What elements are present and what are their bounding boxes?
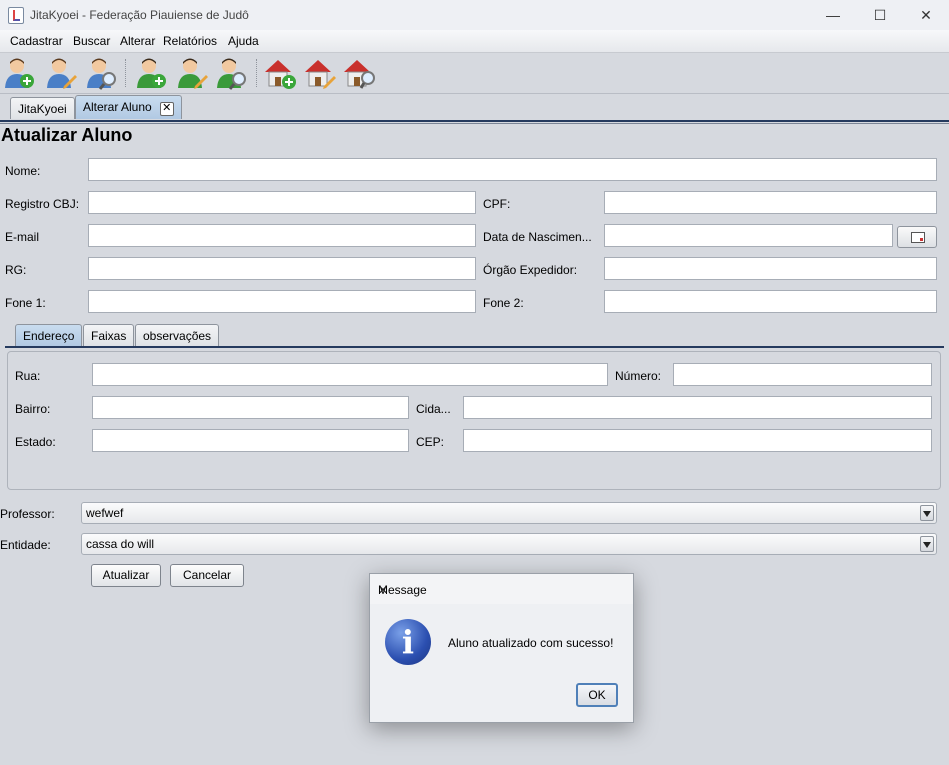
dialog-close-button[interactable]: ✕ — [378, 583, 625, 597]
info-icon: i — [385, 619, 431, 665]
data-nascimento-label: Data de Nascimen... — [483, 230, 592, 244]
professor-select[interactable]: wefwef — [81, 502, 937, 524]
registro-cbj-label: Registro CBJ: — [5, 197, 80, 211]
toolbar-separator — [125, 59, 126, 87]
menu-ajuda[interactable]: Ajuda — [228, 34, 259, 48]
cancelar-button[interactable]: Cancelar — [170, 564, 244, 587]
cidade-field[interactable] — [463, 396, 932, 419]
search-teacher-icon[interactable] — [214, 56, 248, 90]
entidade-value: cassa do will — [86, 537, 155, 551]
window-title: JitaKyoei - Federação Piauiense de Judô — [30, 8, 249, 22]
chevron-down-icon — [920, 536, 934, 552]
calendar-icon — [911, 232, 925, 243]
email-field[interactable] — [88, 224, 476, 247]
menu-bar: Cadastrar Buscar Alterar Relatórios Ajud… — [0, 30, 949, 53]
menu-buscar[interactable]: Buscar — [73, 34, 110, 48]
tab-underline-shadow — [0, 123, 949, 124]
add-student-icon[interactable] — [2, 56, 36, 90]
menu-alterar[interactable]: Alterar — [120, 34, 155, 48]
fone2-label: Fone 2: — [483, 296, 524, 310]
atualizar-button[interactable]: Atualizar — [91, 564, 161, 587]
tab-label: Alterar Aluno — [83, 100, 152, 114]
toolbar-separator — [256, 59, 257, 87]
maximize-button[interactable]: ☐ — [857, 0, 903, 30]
address-tab-underline — [5, 346, 944, 348]
fone1-label: Fone 1: — [5, 296, 46, 310]
edit-teacher-icon[interactable] — [175, 56, 209, 90]
rua-label: Rua: — [15, 369, 41, 383]
search-student-icon[interactable] — [84, 56, 118, 90]
bairro-label: Bairro: — [15, 402, 51, 416]
professor-label: Professor: — [0, 507, 55, 521]
title-bar: JitaKyoei - Federação Piauiense de Judô … — [0, 0, 949, 30]
chevron-down-icon — [920, 505, 934, 521]
ok-button[interactable]: OK — [576, 683, 618, 707]
fone2-field[interactable] — [604, 290, 937, 313]
document-tabs: JitaKyoei Alterar Aluno ✕ — [0, 95, 949, 121]
data-nascimento-field[interactable] — [604, 224, 893, 247]
page-title: Atualizar Aluno — [1, 125, 133, 145]
rg-field[interactable] — [88, 257, 476, 280]
tab-observacoes[interactable]: observações — [135, 324, 220, 346]
cpf-label: CPF: — [483, 197, 511, 211]
calendar-button[interactable] — [897, 226, 937, 248]
email-label: E-mail — [5, 230, 40, 244]
numero-field[interactable] — [673, 363, 932, 386]
search-entity-icon[interactable] — [342, 56, 376, 90]
orgao-expedidor-label: Órgão Expedidor: — [483, 263, 578, 277]
tab-underline — [0, 120, 949, 122]
toolbar — [0, 53, 949, 94]
registro-cbj-field[interactable] — [88, 191, 476, 214]
add-entity-icon[interactable] — [263, 56, 297, 90]
tab-endereco[interactable]: Endereço — [15, 324, 83, 346]
rg-label: RG: — [5, 263, 27, 277]
nome-field[interactable] — [88, 158, 937, 181]
java-app-icon — [8, 7, 24, 24]
entidade-select[interactable]: cassa do will — [81, 533, 937, 555]
cidade-label: Cida... — [416, 402, 451, 416]
cpf-field[interactable] — [604, 191, 937, 214]
tab-alterar-aluno[interactable]: Alterar Aluno ✕ — [75, 95, 182, 119]
orgao-expedidor-field[interactable] — [604, 257, 937, 280]
numero-label: Número: — [615, 369, 662, 383]
estado-label: Estado: — [15, 435, 56, 449]
cep-field[interactable] — [463, 429, 932, 452]
minimize-button[interactable]: — — [810, 0, 856, 30]
bairro-field[interactable] — [92, 396, 409, 419]
menu-cadastrar[interactable]: Cadastrar — [10, 34, 63, 48]
estado-field[interactable] — [92, 429, 409, 452]
fone1-field[interactable] — [88, 290, 476, 313]
menu-relatorios[interactable]: Relatórios — [163, 34, 217, 48]
dialog-message: Aluno atualizado com sucesso! — [448, 636, 614, 650]
edit-student-icon[interactable] — [44, 56, 78, 90]
professor-value: wefwef — [86, 506, 124, 520]
cep-label: CEP: — [416, 435, 445, 449]
nome-label: Nome: — [5, 164, 41, 178]
message-dialog: Message ✕ i Aluno atualizado com sucesso… — [369, 573, 634, 723]
close-window-button[interactable]: ✕ — [903, 0, 949, 30]
tab-faixas[interactable]: Faixas — [83, 324, 135, 346]
edit-entity-icon[interactable] — [303, 56, 337, 90]
tab-label: JitaKyoei — [18, 102, 67, 116]
close-tab-icon[interactable]: ✕ — [159, 102, 174, 116]
rua-field[interactable] — [92, 363, 608, 386]
info-icon-glyph: i — [401, 623, 415, 661]
dialog-title-bar: Message ✕ — [370, 574, 633, 604]
add-teacher-icon[interactable] — [134, 56, 168, 90]
tab-jitakyoei[interactable]: JitaKyoei — [10, 97, 75, 119]
entidade-label: Entidade: — [0, 538, 51, 552]
